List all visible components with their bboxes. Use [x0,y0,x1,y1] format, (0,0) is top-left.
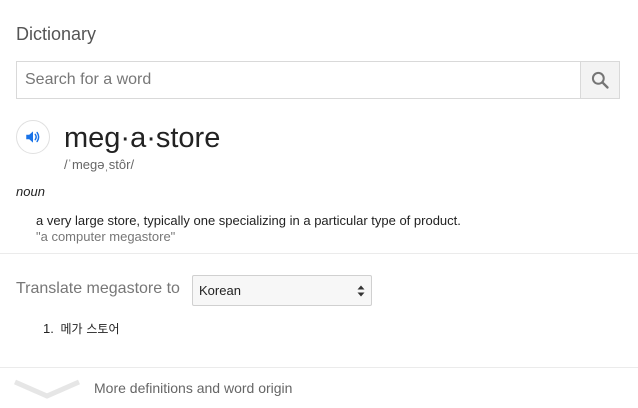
search-box [16,61,620,99]
translate-label: Translate megastore to [16,280,180,297]
part-of-speech: noun [16,184,45,199]
chevron-down-icon[interactable] [13,376,81,400]
search-input[interactable] [17,62,580,98]
dictionary-card: Dictionary meg·a·store /ˈmeɡəˌstôr/ noun… [0,0,638,408]
card-title: Dictionary [16,24,97,44]
more-definitions-row[interactable]: More definitions and word origin [0,368,638,408]
headword: meg·a·store [64,122,221,154]
pronunciation-audio-button[interactable] [16,120,50,154]
translation-result: 1. 메가 스토어 [43,320,119,337]
more-definitions-link[interactable]: More definitions and word origin [94,380,292,396]
definition-text: a very large store, typically one specia… [36,213,461,228]
language-select[interactable]: Korean [192,275,372,306]
translation-number: 1. [43,321,54,336]
search-button[interactable] [580,62,619,98]
pronunciation: /ˈmeɡəˌstôr/ [64,157,135,172]
translation-text: 메가 스토어 [60,322,120,336]
definition-example: "a computer megastore" [36,229,176,244]
select-arrows-icon [357,284,365,298]
speaker-icon [24,128,42,146]
language-select-value: Korean [199,283,241,298]
search-icon [590,70,610,90]
section-divider [0,253,638,254]
